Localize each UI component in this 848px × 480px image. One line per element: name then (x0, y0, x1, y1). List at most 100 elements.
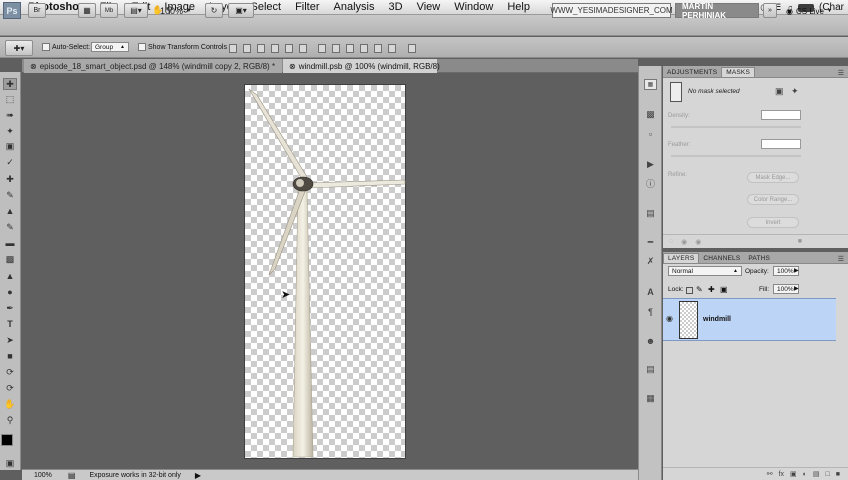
paragraph-icon[interactable]: ¶ (644, 306, 657, 317)
actions-icon[interactable]: ▶ (644, 159, 657, 170)
tab-layers[interactable]: LAYERS (663, 253, 700, 263)
hand-tool-icon[interactable]: ✋ (3, 398, 17, 410)
delete-mask-icon[interactable]: ■ (798, 238, 802, 245)
align-hcenter-icon[interactable] (285, 44, 293, 53)
density-slider[interactable] (671, 126, 801, 128)
character-icon[interactable]: A (644, 286, 657, 297)
cs-live-button[interactable]: ◉ CS Live ▼ (786, 5, 846, 17)
shape-tool-icon[interactable]: ■ (3, 350, 17, 362)
histogram-icon[interactable]: ▤ (644, 208, 657, 219)
tab-adjustments[interactable]: ADJUSTMENTS (663, 68, 721, 77)
tool-presets-icon[interactable]: ✗ (644, 256, 657, 267)
navigator-icon[interactable]: ▦ (644, 79, 657, 90)
lasso-tool-icon[interactable]: ➠ (3, 109, 17, 121)
quick-mask-icon[interactable]: ▣ (3, 457, 17, 469)
add-vector-mask-icon[interactable]: ✦ (791, 86, 799, 97)
clone-stamp-tool-icon[interactable]: ▲ (3, 205, 17, 217)
blur-tool-icon[interactable]: ▲ (3, 270, 17, 282)
auto-select-dropdown[interactable]: Group ▲ (91, 42, 129, 52)
type-tool-icon[interactable]: T (3, 318, 17, 330)
panel-menu-icon[interactable]: ☰ (838, 69, 844, 77)
add-pixel-mask-icon[interactable]: ▣ (775, 86, 784, 97)
path-selection-tool-icon[interactable]: ➤ (3, 334, 17, 346)
gradient-tool-icon[interactable]: ▩ (3, 253, 17, 265)
clone-source-icon[interactable]: ☻ (644, 335, 657, 346)
blend-mode-dropdown[interactable]: Normal ▲ (668, 266, 742, 276)
load-selection-icon[interactable]: ◌ (669, 238, 673, 245)
menu-help[interactable]: Help (501, 1, 538, 13)
zoom-tool-icon[interactable]: ⚲ (3, 414, 17, 426)
styles-icon[interactable]: ▫ (644, 128, 657, 139)
distribute-right-icon[interactable] (388, 44, 396, 53)
brush-tool-icon[interactable]: ✎ (3, 189, 17, 201)
layer-row-windmill[interactable]: ◉ windmill (663, 298, 836, 341)
eye-visibility-icon[interactable]: ◉ (666, 314, 673, 323)
apply-mask-icon[interactable]: ◉ (681, 238, 687, 246)
marquee-tool-icon[interactable]: ⬚ (3, 93, 17, 105)
tab-channels[interactable]: CHANNELS (699, 254, 744, 263)
document-info-icon[interactable]: ▤ (68, 471, 76, 480)
menu-view[interactable]: View (411, 1, 449, 13)
align-left-icon[interactable] (271, 44, 279, 53)
screen-mode-button[interactable]: ▣▾ (228, 3, 254, 18)
align-vcenter-icon[interactable] (243, 44, 251, 53)
move-tool-icon[interactable]: ✚ (3, 78, 17, 90)
feather-slider[interactable] (671, 155, 801, 157)
chevron-right-icon[interactable]: ▶ (794, 267, 799, 274)
feather-field[interactable] (761, 139, 801, 149)
eyedropper-tool-icon[interactable]: ✓ (3, 156, 17, 168)
menu-window[interactable]: Window (448, 1, 501, 13)
auto-align-layers-icon[interactable] (408, 44, 416, 53)
add-mask-icon[interactable]: ▣ (790, 470, 797, 478)
tab-masks[interactable]: MASKS (721, 67, 755, 77)
close-icon[interactable]: ⊗ (289, 62, 296, 71)
eraser-tool-icon[interactable]: ▬ (3, 237, 17, 249)
new-layer-icon[interactable]: □ (826, 471, 830, 478)
distribute-hcenter-icon[interactable] (374, 44, 382, 53)
status-zoom[interactable]: 100% (34, 472, 52, 479)
menu-analysis[interactable]: Analysis (328, 1, 383, 13)
tab-paths[interactable]: PATHS (744, 254, 774, 263)
align-right-icon[interactable] (299, 44, 307, 53)
layer-style-icon[interactable]: fx (779, 471, 784, 478)
invert-button[interactable]: Invert (747, 217, 799, 228)
notes-icon[interactable]: ▤ (644, 364, 657, 375)
new-group-icon[interactable]: ▤ (813, 470, 820, 478)
distribute-vcenter-icon[interactable] (332, 44, 340, 53)
rotate-view-button[interactable]: ↻ (205, 3, 223, 18)
distribute-top-icon[interactable] (318, 44, 326, 53)
3d-rotate-tool-icon[interactable]: ⟳ (3, 366, 17, 378)
menu-filter[interactable]: Filter (289, 1, 327, 13)
align-bottom-icon[interactable] (257, 44, 265, 53)
layer-comps-icon[interactable]: ▦ (644, 393, 657, 404)
close-icon[interactable]: ⊗ (30, 62, 37, 71)
status-menu-arrow-icon[interactable]: ▶ (195, 471, 201, 480)
menu-3d[interactable]: 3D (383, 1, 411, 13)
quick-selection-tool-icon[interactable]: ✦ (3, 125, 17, 137)
healing-brush-tool-icon[interactable]: ✚ (3, 173, 17, 185)
auto-select-check-box[interactable] (42, 43, 50, 51)
brushes-icon[interactable]: ━ (644, 237, 657, 248)
show-transform-checkbox[interactable]: Show Transform Controls (138, 43, 227, 51)
lock-pixels-icon[interactable]: ✎ (696, 285, 703, 294)
lock-position-icon[interactable]: ✚ (708, 285, 715, 294)
adjustment-layer-icon[interactable]: ◐ (803, 471, 807, 478)
link-layers-icon[interactable]: ⚯ (767, 470, 773, 478)
mask-edge-button[interactable]: Mask Edge... (747, 172, 799, 183)
panel-menu-icon[interactable]: ☰ (838, 255, 844, 263)
density-field[interactable] (761, 110, 801, 120)
crop-tool-icon[interactable]: ▣ (3, 140, 17, 152)
align-top-icon[interactable] (229, 44, 237, 53)
workspace-switcher[interactable]: MARTIN PERHINIAK (675, 2, 759, 20)
history-brush-tool-icon[interactable]: ✎ (3, 221, 17, 233)
mini-bridge-button[interactable]: Mb (100, 3, 118, 18)
auto-select-checkbox[interactable]: Auto-Select: (42, 43, 90, 51)
foreground-color-swatch[interactable] (1, 434, 13, 446)
show-transform-check-box[interactable] (138, 43, 146, 51)
zoom-level-field[interactable]: 100% ▼ (160, 5, 196, 17)
layer-name[interactable]: windmill (703, 316, 731, 323)
info-icon[interactable]: ⓘ (644, 178, 657, 189)
dodge-tool-icon[interactable]: ● (3, 286, 17, 298)
launch-bridge-button[interactable]: Br (28, 3, 46, 18)
distribute-left-icon[interactable] (360, 44, 368, 53)
